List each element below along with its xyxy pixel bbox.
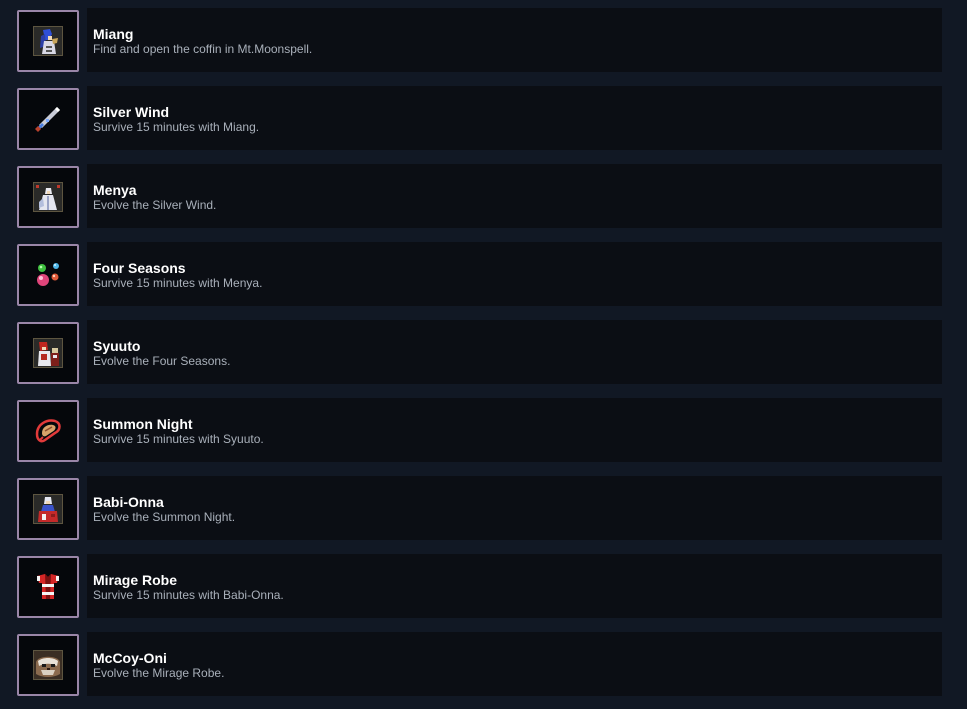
- achievement-panel: Mirage Robe Survive 15 minutes with Babi…: [87, 554, 942, 618]
- achievement-panel: Four Seasons Survive 15 minutes with Men…: [87, 242, 942, 306]
- achievement-panel: McCoy-Oni Evolve the Mirage Robe.: [87, 632, 942, 696]
- achievement-icon-frame: [17, 400, 79, 462]
- achievement-title: Babi-Onna: [93, 494, 164, 510]
- achievement-description: Survive 15 minutes with Miang.: [93, 120, 260, 134]
- achievement-row: McCoy-Oni Evolve the Mirage Robe.: [17, 632, 942, 696]
- achievement-row: Menya Evolve the Silver Wind.: [17, 164, 942, 228]
- achievement-panel: Miang Find and open the coffin in Mt.Moo…: [87, 8, 942, 72]
- achievement-description: Find and open the coffin in Mt.Moonspell…: [93, 42, 313, 56]
- babi-onna-portrait-icon: [33, 494, 63, 524]
- achievement-description: Survive 15 minutes with Menya.: [93, 276, 263, 290]
- achievement-description: Survive 15 minutes with Syuuto.: [93, 432, 264, 446]
- achievement-icon-frame: [17, 10, 79, 72]
- achievement-icon-frame: [17, 478, 79, 540]
- achievement-panel: Syuuto Evolve the Four Seasons.: [87, 320, 942, 384]
- achievement-title: McCoy-Oni: [93, 650, 167, 666]
- silver-wind-sword-icon: [35, 107, 60, 132]
- achievement-description: Evolve the Mirage Robe.: [93, 666, 225, 680]
- achievement-icon-frame: [17, 166, 79, 228]
- achievement-icon-frame: [17, 244, 79, 306]
- achievement-icon-frame: [17, 322, 79, 384]
- achievement-description: Evolve the Silver Wind.: [93, 198, 217, 212]
- summon-night-icon: [35, 419, 61, 443]
- achievement-title: Silver Wind: [93, 104, 170, 120]
- mccoy-oni-portrait-icon: [33, 650, 63, 680]
- achievement-row: Syuuto Evolve the Four Seasons.: [17, 320, 942, 384]
- achievement-panel: Menya Evolve the Silver Wind.: [87, 164, 942, 228]
- mirage-robe-icon: [37, 574, 59, 599]
- achievement-row: Mirage Robe Survive 15 minutes with Babi…: [17, 554, 942, 618]
- achievement-icon-frame: [17, 634, 79, 696]
- achievement-row: Four Seasons Survive 15 minutes with Men…: [17, 242, 942, 306]
- achievement-description: Survive 15 minutes with Babi-Onna.: [93, 588, 284, 602]
- achievement-description: Evolve the Summon Night.: [93, 510, 236, 524]
- achievement-row: Summon Night Survive 15 minutes with Syu…: [17, 398, 942, 462]
- achievement-row: Silver Wind Survive 15 minutes with Mian…: [17, 86, 942, 150]
- achievement-row: Babi-Onna Evolve the Summon Night.: [17, 476, 942, 540]
- achievement-title: Summon Night: [93, 416, 193, 432]
- achievement-title: Miang: [93, 26, 134, 42]
- achievement-title: Mirage Robe: [93, 572, 178, 588]
- achievement-row: Miang Find and open the coffin in Mt.Moo…: [17, 8, 942, 72]
- achievement-panel: Silver Wind Survive 15 minutes with Mian…: [87, 86, 942, 150]
- achievement-icon-frame: [17, 88, 79, 150]
- achievement-panel: Babi-Onna Evolve the Summon Night.: [87, 476, 942, 540]
- four-seasons-orbs-icon: [37, 263, 59, 286]
- menya-portrait-icon: [33, 182, 63, 212]
- syuuto-portrait-icon: [33, 338, 63, 368]
- achievement-icon-frame: [17, 556, 79, 618]
- achievement-title: Four Seasons: [93, 260, 186, 276]
- achievement-description: Evolve the Four Seasons.: [93, 354, 231, 368]
- achievement-title: Menya: [93, 182, 137, 198]
- achievement-panel: Summon Night Survive 15 minutes with Syu…: [87, 398, 942, 462]
- miang-portrait-icon: [33, 26, 63, 56]
- achievement-title: Syuuto: [93, 338, 141, 354]
